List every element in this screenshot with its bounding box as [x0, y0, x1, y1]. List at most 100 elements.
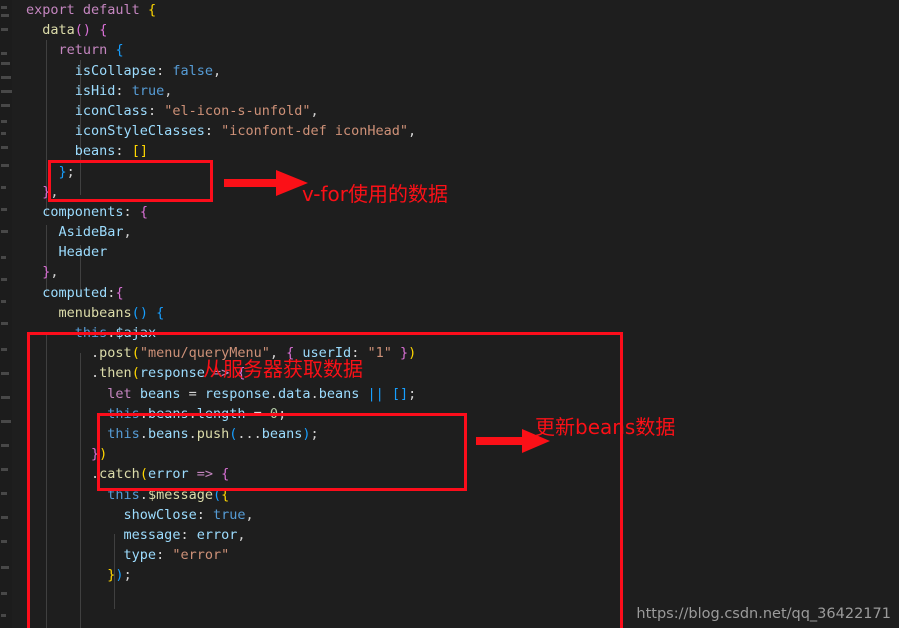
- code-token: beans: [74, 143, 116, 160]
- code-line[interactable]: message: error,: [12, 525, 899, 545]
- code-token: {: [156, 304, 165, 321]
- minimap-line-mark: [1, 104, 10, 107]
- code-line[interactable]: this.$message({: [12, 485, 899, 505]
- minimap-line-mark: [1, 6, 7, 9]
- code-token: ): [302, 425, 311, 442]
- code-token: }: [400, 345, 409, 362]
- code-line[interactable]: menubeans() {: [12, 303, 899, 323]
- code-token: {: [221, 486, 230, 503]
- code-token: length: [196, 405, 246, 422]
- code-token: beans: [318, 385, 360, 402]
- code-line[interactable]: this.beans.push(...beans);: [12, 424, 899, 444]
- code-token: (: [131, 345, 140, 362]
- code-line[interactable]: this.beans.length = 0;: [12, 404, 899, 424]
- minimap-overview-strip[interactable]: [0, 0, 12, 628]
- code-line[interactable]: },: [12, 262, 899, 282]
- code-token: "error": [172, 547, 230, 564]
- code-line[interactable]: };: [12, 162, 899, 182]
- code-line[interactable]: data() {: [12, 20, 899, 40]
- minimap-line-mark: [1, 444, 9, 447]
- code-token: ,: [212, 62, 222, 79]
- code-token: }: [91, 446, 100, 463]
- code-token: isCollapse: [74, 62, 157, 79]
- code-token: [: [391, 385, 401, 402]
- code-token: "1": [367, 345, 392, 362]
- code-line[interactable]: }): [12, 444, 899, 464]
- minimap-line-mark: [1, 164, 9, 167]
- code-token: menubeans: [58, 304, 132, 321]
- code-content[interactable]: export default { data() { return { isCol…: [12, 0, 899, 628]
- code-line[interactable]: export default {: [12, 0, 899, 20]
- code-token: ): [99, 446, 108, 463]
- minimap-line-mark: [1, 90, 12, 93]
- code-line[interactable]: iconStyleClasses: "iconfont-def iconHead…: [12, 121, 899, 141]
- code-line[interactable]: beans: []: [12, 141, 899, 161]
- code-line[interactable]: .then(response => {: [12, 363, 899, 383]
- code-token: ...: [237, 425, 262, 442]
- code-line[interactable]: isHid: true,: [12, 81, 899, 101]
- code-line[interactable]: isCollapse: false,: [12, 61, 899, 81]
- minimap-line-mark: [1, 348, 7, 351]
- code-token: post: [99, 345, 132, 362]
- code-token: catch: [99, 466, 140, 483]
- code-line[interactable]: Header: [12, 242, 899, 262]
- code-line[interactable]: });: [12, 565, 899, 585]
- code-token: ;: [408, 385, 417, 402]
- code-token: ,: [123, 224, 132, 241]
- code-token: ;: [66, 163, 75, 180]
- code-token: :: [115, 82, 132, 99]
- code-token: .: [188, 405, 197, 422]
- code-token: isHid: [74, 82, 116, 99]
- code-token: [: [131, 143, 140, 160]
- code-token: ]: [139, 143, 148, 160]
- minimap-line-mark: [1, 76, 11, 79]
- code-token: .: [91, 345, 100, 362]
- code-token: :: [123, 203, 140, 220]
- code-token: =: [188, 385, 197, 402]
- code-line[interactable]: iconClass: "el-icon-s-unfold",: [12, 101, 899, 121]
- code-line[interactable]: computed:{: [12, 283, 899, 303]
- code-token: $message: [147, 486, 213, 503]
- code-line[interactable]: return {: [12, 40, 899, 60]
- fetch-from-server-label: 从服务器获取数据: [203, 357, 363, 381]
- code-token: {: [99, 22, 108, 39]
- code-line[interactable]: AsideBar,: [12, 222, 899, 242]
- code-token: .: [139, 405, 148, 422]
- code-line[interactable]: showClose: true,: [12, 505, 899, 525]
- code-token: true: [131, 82, 165, 99]
- code-line[interactable]: this.$ajax: [12, 323, 899, 343]
- minimap-line-mark: [1, 566, 9, 569]
- update-beans-label: 更新beans数据: [535, 415, 676, 439]
- code-token: response: [139, 365, 205, 382]
- code-token: beans: [139, 385, 181, 402]
- code-token: ;: [123, 567, 132, 584]
- code-token: let: [107, 385, 132, 402]
- code-token: ,: [408, 123, 417, 140]
- code-token: {: [147, 2, 157, 18]
- code-token: ): [408, 345, 417, 362]
- code-line[interactable]: .catch(error => {: [12, 464, 899, 484]
- code-token: export: [26, 2, 83, 18]
- code-line[interactable]: let beans = response.data.beans || [];: [12, 384, 899, 404]
- code-token: ,: [164, 82, 173, 99]
- code-line[interactable]: },: [12, 182, 899, 202]
- code-line[interactable]: type: "error": [12, 545, 899, 565]
- code-token: this: [74, 325, 108, 341]
- code-line[interactable]: components: {: [12, 202, 899, 222]
- minimap-line-mark: [1, 256, 6, 259]
- code-token: 0: [269, 405, 279, 422]
- minimap-line-mark: [1, 614, 6, 617]
- code-line[interactable]: .post("menu/queryMenu", { userId: "1" }): [12, 343, 899, 363]
